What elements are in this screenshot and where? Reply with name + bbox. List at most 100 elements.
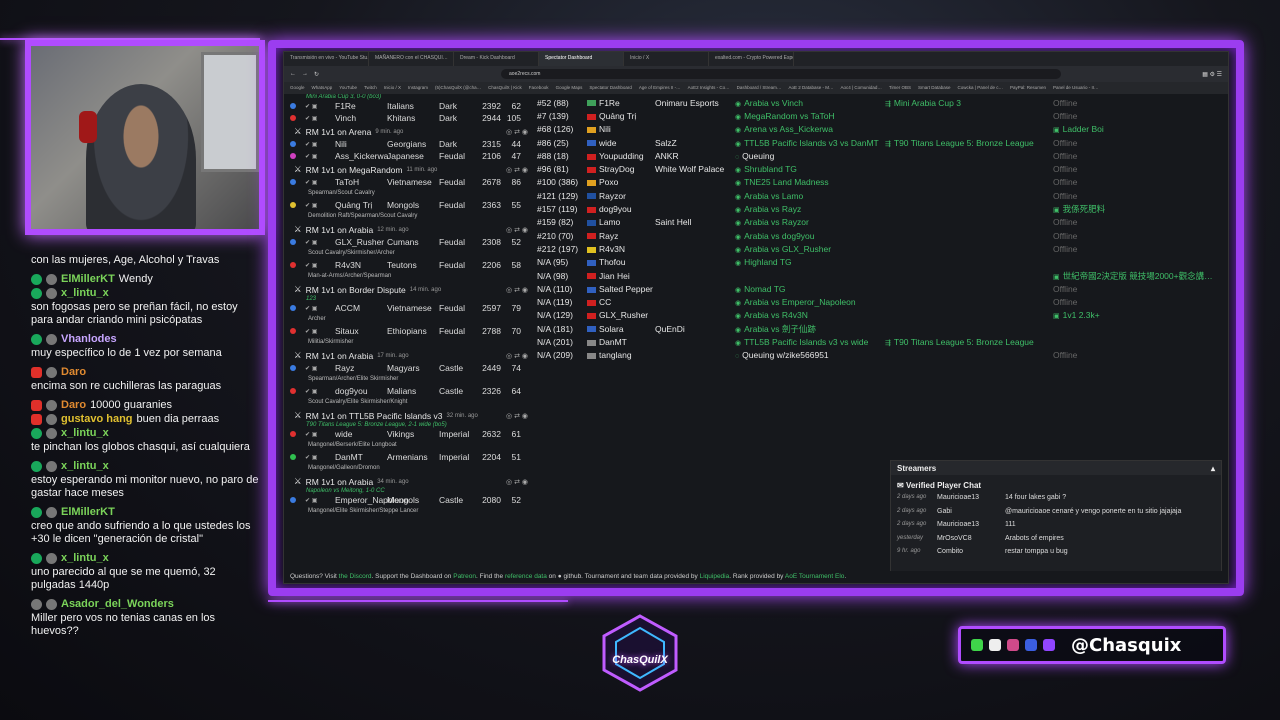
bookmark-item[interactable]: Smart Database (918, 85, 951, 91)
tournament-cell[interactable]: ⇶ T90 Titans League 5: Bronze League (885, 337, 1053, 347)
player-cell[interactable]: CC (587, 297, 655, 307)
browser-tab[interactable]: Spectator Dashboard (539, 52, 624, 66)
player-status[interactable]: ◉ Arabia vs Emperor_Napoleon (735, 297, 885, 307)
leaderboard-row[interactable]: N/A (110) Salted Pepper ◉ Nomad TG Offline (537, 282, 1227, 295)
stream-status[interactable]: Offline (1053, 111, 1223, 121)
player-status[interactable]: ◉ Arabia vs Rayzor (735, 217, 885, 227)
player-status[interactable]: ◉ Arabia vs Vinch (735, 98, 885, 108)
verified-chat-header[interactable]: ✉ Verified Player Chat (891, 475, 1221, 492)
player-row[interactable]: ✔ ▣ Rayz Magyars Castle 2449 74 (284, 362, 534, 374)
leaderboard-row[interactable]: #52 (88) F1Re Onimaru Esports ◉ Arabia vs Vi… (537, 96, 1227, 109)
player-cell[interactable]: wide (587, 138, 655, 148)
bookmark-item[interactable]: Google Maps (556, 85, 583, 91)
match-header[interactable]: ⚔ RM 1v1 on Arabia 17 min. ago ◎ ⇄ ◉ (284, 348, 534, 362)
leaderboard-row[interactable]: N/A (95) Thofou ◉ Highland TG (537, 256, 1227, 269)
player-status[interactable]: ◉ Shrubland TG (735, 164, 885, 174)
bookmark-item[interactable]: Instagram (408, 85, 428, 91)
player-cell[interactable]: tanglang (587, 350, 655, 360)
bookmark-item[interactable]: Aoc4 | Comunidad… (840, 85, 881, 91)
tournament-cell[interactable]: ⇶ Mini Arabia Cup 3 (885, 98, 1053, 108)
player-row[interactable]: ✔ ▣ wide Vikings Imperial 2632 61 (284, 428, 534, 440)
match-header[interactable]: ⚔ RM 1v1 on Arabia 12 min. ago ◎ ⇄ ◉ (284, 222, 534, 236)
player-cell[interactable]: Poxo (587, 177, 655, 187)
leaderboard-row[interactable]: #86 (25) wide SalzZ ◉ TTL5B Pacific Islands … (537, 136, 1227, 149)
bookmark-item[interactable]: Twitch (364, 85, 377, 91)
match-controls-icon[interactable]: ◎ ⇄ ◉ (506, 286, 528, 294)
bookmark-item[interactable]: (5)ChasQuilX (@cha… (435, 85, 481, 91)
player-row[interactable]: ✔ ▣ TaToH Vietnamese Feudal 2678 86 (284, 176, 534, 188)
player-row[interactable]: ✔ ▣ Emperor_Napoleon Mongols Castle 2080 52 (284, 494, 534, 506)
leaderboard-row[interactable]: #212 (197) R4v3N ◉ Arabia vs GLX_Rusher Offl… (537, 242, 1227, 255)
reload-icon[interactable]: ↻ (314, 71, 319, 78)
player-status[interactable]: ◉ Arabia vs GLX_Rusher (735, 244, 885, 254)
chat-username[interactable]: x_lintu_x (61, 460, 109, 472)
bookmark-item[interactable]: AoE 2 Database - M… (788, 85, 833, 91)
reference-data-link[interactable]: reference data (505, 573, 547, 580)
leaderboard-row[interactable]: N/A (98) Jian Hei ▣ 世紀帝國2決定版 競技場2000+觀念講… (537, 269, 1227, 282)
stream-status[interactable]: ▣ Ladder Boi (1053, 124, 1223, 134)
bookmark-item[interactable]: Google (290, 85, 305, 91)
match-header[interactable]: ⚔ RM 1v1 on MegaRandom 11 min. ago ◎ ⇄ ◉ (284, 162, 534, 176)
bookmark-item[interactable]: AoE2 Insights - Co… (688, 85, 730, 91)
stream-status[interactable]: Offline (1053, 177, 1223, 187)
leaderboard-row[interactable]: N/A (181) Solara QuEnDi ◉ Arabia vs 劍子仙跡 (537, 322, 1227, 335)
leaderboard-row[interactable]: #121 (129) Rayzor ◉ Arabia vs Lamo Offline (537, 189, 1227, 202)
leaderboard-row[interactable]: N/A (201) DanMT ◉ TTL5B Pacific Islands v3 … (537, 335, 1227, 348)
player-cell[interactable]: dog9you (587, 204, 655, 214)
browser-tab[interactable]: Inicio / X (624, 52, 709, 66)
message-user[interactable]: Mauricioae13 (937, 521, 1005, 531)
leaderboard-row[interactable]: N/A (119) CC ◉ Arabia vs Emperor_Napoleon Of… (537, 295, 1227, 308)
chat-username[interactable]: ElMillerKT (61, 506, 115, 518)
match-controls-icon[interactable]: ◎ ⇄ ◉ (506, 166, 528, 174)
message-user[interactable]: Combito (937, 548, 1005, 558)
chat-username[interactable]: x_lintu_x (61, 287, 109, 299)
match-controls-icon[interactable]: ◎ ⇄ ◉ (506, 128, 528, 136)
player-status[interactable]: ◌ Queuing w/zike566951 (735, 350, 885, 360)
player-status[interactable]: ◉ Nomad TG (735, 284, 885, 294)
player-row[interactable]: ✔ ▣ DanMT Armenians Imperial 2204 51 (284, 451, 534, 463)
bookmark-item[interactable]: ChasQuilX | Kick (488, 85, 522, 91)
stream-status[interactable]: Offline (1053, 284, 1223, 294)
extensions-icon[interactable]: ▦ ⚙ ☰ (1202, 71, 1222, 78)
match-header[interactable]: ⚔ RM 1v1 on Arabia 34 min. ago ◎ ⇄ ◉ (284, 474, 534, 488)
player-status[interactable]: ◉ MegaRandom vs TaToH (735, 111, 885, 121)
player-cell[interactable]: StrayDog (587, 164, 655, 174)
leaderboard-row[interactable]: #100 (386) Poxo ◉ TNE25 Land Madness Offline (537, 176, 1227, 189)
match-controls-icon[interactable]: ◎ ⇄ ◉ (506, 412, 528, 420)
player-status[interactable]: ◉ Arena vs Ass_Kickerwa (735, 124, 885, 134)
chevron-up-icon[interactable]: ▴ (1211, 464, 1215, 473)
player-cell[interactable]: Solara (587, 324, 655, 334)
message-user[interactable]: Gabi (937, 508, 1005, 518)
player-cell[interactable]: Rayz (587, 231, 655, 241)
tournament-cell[interactable]: ⇶ T90 Titans League 5: Bronze League (885, 138, 1053, 148)
player-status[interactable]: ◉ TTL5B Pacific Islands v3 vs wide (735, 337, 885, 347)
leaderboard-row[interactable]: #7 (139) Quảng Trị ◉ MegaRandom vs TaToH Off… (537, 109, 1227, 122)
chat-username[interactable]: Daro (61, 399, 86, 411)
chat-username[interactable]: x_lintu_x (61, 427, 109, 439)
bookmark-item[interactable]: Dashboard / Stream… (737, 85, 782, 91)
player-row[interactable]: ✔ ▣ Vinch Khitans Dark 2944 105 (284, 112, 534, 124)
match-controls-icon[interactable]: ◎ ⇄ ◉ (506, 478, 528, 486)
forward-icon[interactable]: → (302, 71, 308, 77)
player-status[interactable]: ◉ TTL5B Pacific Islands v3 vs DanMT (735, 138, 885, 148)
player-status[interactable]: ◉ Arabia vs 劍子仙跡 (735, 323, 885, 335)
player-status[interactable]: ◉ Highland TG (735, 257, 885, 267)
match-header[interactable]: ⚔ RM 1v1 on TTL5B Pacific Islands v3 32 mi… (284, 408, 534, 422)
match-header[interactable]: ⚔ RM 1v1 on Arena 9 min. ago ◎ ⇄ ◉ (284, 124, 534, 138)
stream-status[interactable]: Offline (1053, 164, 1223, 174)
player-row[interactable]: ✔ ▣ F1Re Italians Dark 2392 62 (284, 100, 534, 112)
player-cell[interactable]: Quảng Trị (587, 111, 655, 121)
stream-status[interactable]: Offline (1053, 217, 1223, 227)
chat-username[interactable]: x_lintu_x (61, 552, 109, 564)
stream-status[interactable]: Offline (1053, 191, 1223, 201)
match-controls-icon[interactable]: ◎ ⇄ ◉ (506, 352, 528, 360)
stream-status[interactable]: Offline (1053, 297, 1223, 307)
leaderboard-row[interactable]: #157 (119) dog9you ◉ Arabia vs Rayz ▣ 我係死肥料 (537, 202, 1227, 215)
stream-status[interactable]: Offline (1053, 244, 1223, 254)
leaderboard-row[interactable]: #68 (126) Nili ◉ Arena vs Ass_Kickerwa ▣ Ladd… (537, 123, 1227, 136)
bookmark-item[interactable]: WhatsApp (312, 85, 333, 91)
player-row[interactable]: ✔ ▣ R4v3N Teutons Feudal 2206 58 (284, 259, 534, 271)
stream-status[interactable]: Offline (1053, 231, 1223, 241)
player-cell[interactable]: Youpudding (587, 151, 655, 161)
match-header[interactable]: ⚔ RM 1v1 on Border Dispute 14 min. ago ◎ ⇄ … (284, 282, 534, 296)
